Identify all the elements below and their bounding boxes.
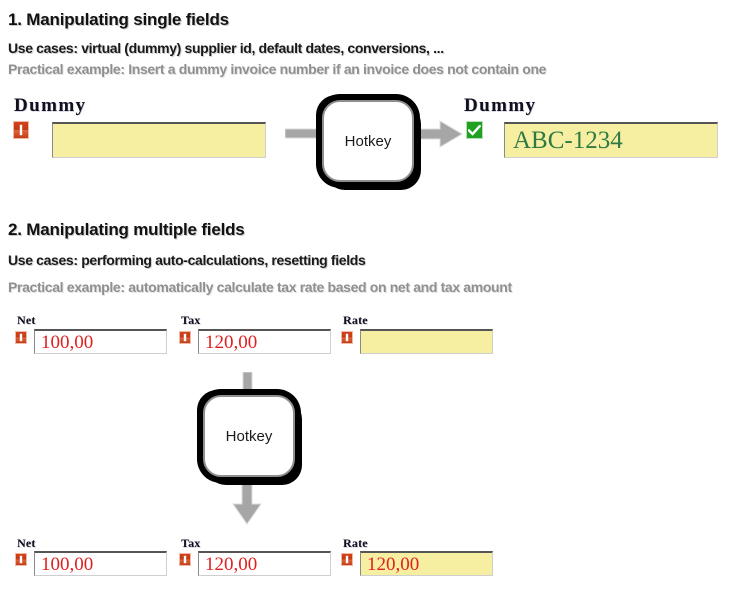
- net-before-input[interactable]: 100,00: [34, 329, 167, 354]
- net-before-label: Net: [17, 313, 36, 327]
- tax-after-value: 120,00: [205, 553, 258, 575]
- section-2-use-cases: Use cases: performing auto-calculations,…: [8, 252, 366, 268]
- section-1-use-cases: Use cases: virtual (dummy) supplier id, …: [8, 40, 444, 56]
- warning-icon: [15, 553, 27, 566]
- section-2-title: 2. Manipulating multiple fields: [8, 220, 245, 239]
- rate-before-label: Rate: [343, 313, 368, 327]
- warning-icon: [179, 553, 191, 566]
- dummy-before-label: Dummy: [14, 95, 87, 116]
- hotkey-node-2[interactable]: Hotkey: [203, 395, 295, 477]
- dummy-before-input[interactable]: [52, 122, 266, 158]
- warning-icon: [341, 331, 353, 344]
- tax-before-label: Tax: [181, 313, 201, 327]
- rate-after-input[interactable]: 120,00: [360, 551, 493, 576]
- section-1-practical-example: Practical example: Insert a dummy invoic…: [8, 61, 547, 77]
- warning-icon: [15, 331, 27, 344]
- tax-after-input[interactable]: 120,00: [198, 551, 331, 576]
- rate-before-input[interactable]: [360, 329, 493, 354]
- hotkey-label: Hotkey: [344, 132, 392, 150]
- net-after-input[interactable]: 100,00: [34, 551, 167, 576]
- check-icon: [466, 121, 483, 139]
- tax-before-input[interactable]: 120,00: [198, 329, 331, 354]
- net-after-value: 100,00: [41, 553, 94, 575]
- rate-after-value: 120,00: [367, 553, 420, 575]
- warning-icon: [13, 121, 29, 139]
- dummy-after-input[interactable]: ABC-1234: [504, 122, 718, 158]
- hotkey-label: Hotkey: [225, 427, 273, 445]
- rate-after-label: Rate: [343, 536, 368, 550]
- warning-icon: [179, 331, 191, 344]
- arrow-out-of-hotkey-1: [418, 119, 464, 149]
- arrow-into-hotkey-1: [285, 125, 325, 143]
- arrow-out-of-hotkey-2: [232, 470, 264, 526]
- net-after-label: Net: [17, 536, 36, 550]
- tax-after-label: Tax: [181, 536, 201, 550]
- dummy-after-value: ABC-1234: [513, 127, 623, 154]
- net-before-value: 100,00: [41, 331, 94, 353]
- section-2-practical-example: Practical example: automatically calcula…: [8, 279, 512, 295]
- warning-icon: [341, 553, 353, 566]
- hotkey-node-1[interactable]: Hotkey: [322, 100, 414, 182]
- dummy-after-label: Dummy: [464, 95, 537, 116]
- section-1-title: 1. Manipulating single fields: [8, 10, 229, 29]
- tax-before-value: 120,00: [205, 331, 258, 353]
